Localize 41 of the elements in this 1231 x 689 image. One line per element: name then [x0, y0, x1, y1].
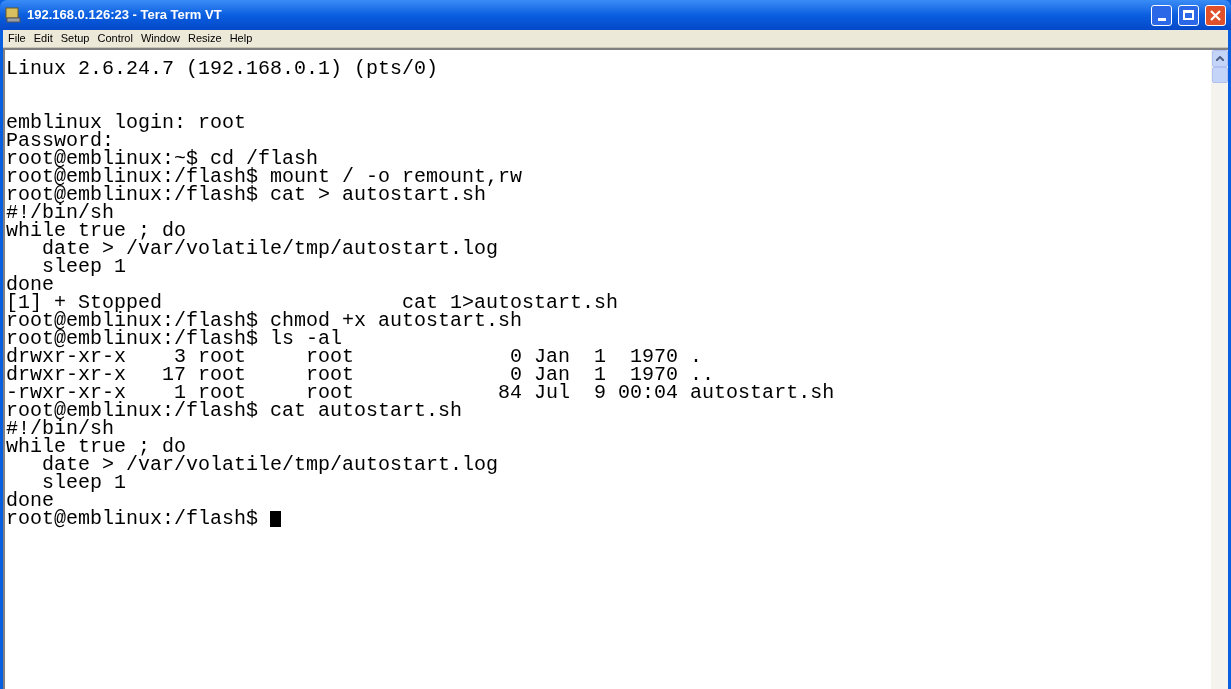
maximize-button[interactable]	[1178, 4, 1199, 26]
menu-item[interactable]: File	[4, 30, 30, 47]
menu-item[interactable]: Setup	[56, 30, 94, 47]
terminal-icon	[5, 7, 21, 23]
terminal-line: Linux 2.6.24.7 (192.168.0.1) (pts/0)	[6, 60, 439, 78]
terminal-line: #!/bin/sh	[6, 420, 115, 438]
window-title: 192.168.0.126:23 - Tera Term VT	[27, 6, 223, 25]
terminal-line: root@emblinux:/flash$	[6, 510, 260, 528]
scroll-thumb[interactable]	[1211, 67, 1228, 83]
terminal-line: while true ; do	[6, 222, 187, 240]
close-button[interactable]	[1205, 4, 1226, 26]
terminal-line: done	[6, 492, 54, 510]
terminal-line: Password:	[6, 132, 115, 150]
terminal-line: sleep 1	[42, 258, 127, 276]
terminal-line: root@emblinux:~$ cd /flash	[6, 150, 319, 168]
caret-up-icon	[1215, 56, 1224, 61]
terminal-line: root@emblinux:/flash$ mount / -o remount,rw	[6, 168, 523, 186]
menu-item[interactable]: Resize	[184, 30, 226, 47]
close-icon	[1210, 9, 1221, 21]
terminal-line: date > /var/volatile/tmp/autostart.log	[41, 240, 499, 258]
terminal-line: done	[6, 276, 54, 294]
scroll-up-button[interactable]	[1211, 50, 1228, 67]
terminal-line: root@emblinux:/flash$ ls -al	[6, 330, 343, 348]
terminal-line: while true ; do	[6, 438, 187, 456]
scrollbar[interactable]	[1211, 50, 1228, 689]
terminal-line: root@emblinux:/flash$ chmod +x autostart.sh	[6, 312, 523, 330]
terminal-line: date > /var/volatile/tmp/autostart.log	[41, 456, 499, 474]
menu-item[interactable]: Control	[93, 30, 137, 47]
terminal-line: root@emblinux:/flash$ cat autostart.sh	[6, 402, 463, 420]
menu-item[interactable]: Help	[225, 30, 257, 47]
terminal-line: -rwxr-xr-x 1 root root 84 Jul 9 00:04 autostart.sh	[6, 384, 835, 402]
terminal-line: #!/bin/sh	[6, 204, 115, 222]
menu-item[interactable]: Window	[136, 30, 185, 47]
terminal-line: [1] + Stopped cat 1>autostart.sh	[6, 294, 619, 312]
terminal-line: emblinux login: root	[6, 114, 247, 132]
terminal-line: root@emblinux:/flash$ cat > autostart.sh	[6, 186, 487, 204]
terminal-line: drwxr-xr-x 17 root root 0 Jan 1 1970 ..	[6, 366, 715, 384]
terminal-line: drwxr-xr-x 3 root root 0 Jan 1 1970 .	[6, 348, 703, 366]
menu-item[interactable]: Edit	[29, 30, 57, 47]
terminal-line: sleep 1	[42, 474, 127, 492]
minimize-button[interactable]	[1151, 4, 1172, 26]
